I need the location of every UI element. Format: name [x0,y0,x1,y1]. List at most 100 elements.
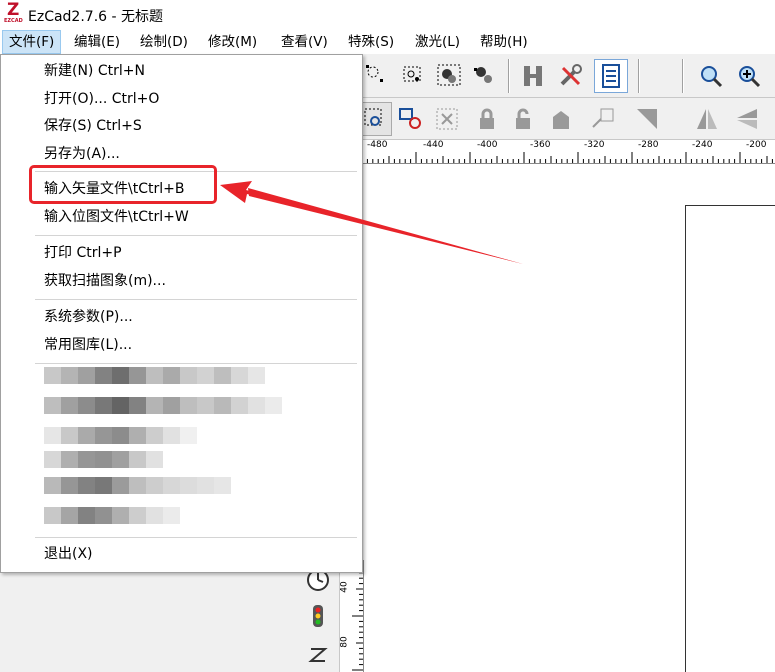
menu-separator [35,299,357,300]
menu-separator [35,235,357,236]
toolbar-separator [682,59,684,93]
redacted-pixel [129,507,146,524]
logo-subtext: EZCAD [4,18,23,24]
lock-icon[interactable] [470,102,504,136]
redacted-pixel [95,367,112,384]
menu-item-import-bitmap[interactable]: 输入位图文件\tCtrl+W [44,204,189,230]
unlock-icon[interactable] [506,102,540,136]
redacted-pixel [197,367,214,384]
redacted-pixel [129,367,146,384]
draw-toolbox [298,560,340,672]
redacted-pixel [44,367,61,384]
redacted-pixel [95,477,112,494]
redacted-pixel [163,367,180,384]
ruler-label: -400 [477,140,498,150]
ungroup-icon[interactable] [468,59,502,93]
redacted-pixel [214,367,231,384]
redacted-pixel [61,427,78,444]
redacted-pixel [180,477,197,494]
zoom-icon[interactable] [694,59,728,93]
shear-icon[interactable] [630,102,664,136]
menu-file[interactable]: 文件(F) [2,30,62,54]
redacted-pixel [129,397,146,414]
menu-draw[interactable]: 绘制(D) [134,30,194,54]
redacted-pixel [78,397,95,414]
ruler-label: -200 [746,140,767,150]
redacted-pixel [112,427,129,444]
redacted-pixel [146,397,163,414]
node-edit-icon[interactable] [396,59,430,93]
menu-edit[interactable]: 编辑(E) [68,30,126,54]
redacted-pixel [78,477,95,494]
object-list-icon[interactable] [594,59,628,93]
redacted-pixel [129,427,146,444]
menu-item-open[interactable]: 打开(O)... Ctrl+O [44,86,159,112]
grid-icon[interactable] [430,102,464,136]
transform-icon[interactable] [358,102,392,136]
redacted-pixel [180,427,197,444]
menu-view[interactable]: 查看(V) [275,30,334,54]
logo-letter: Z [7,0,20,20]
redacted-pixel [78,367,95,384]
motion-axis-icon[interactable] [304,640,332,668]
menu-item-system-params[interactable]: 系统参数(P)... [44,304,133,330]
redacted-pixel [95,397,112,414]
tools-wrench-icon[interactable] [554,59,588,93]
redacted-pixel [112,367,129,384]
redacted-pixel [163,427,180,444]
group-icon[interactable] [432,59,466,93]
zoom-in-icon[interactable] [732,59,766,93]
redacted-pixel [112,507,129,524]
ruler-label: -240 [692,140,713,150]
menu-item-exit[interactable]: 退出(X) [44,541,93,567]
redacted-pixel [163,397,180,414]
node-select-icon[interactable] [360,59,394,93]
menu-special[interactable]: 特殊(S) [342,30,400,54]
window-title: EzCad2.7.6 - 无标题 [28,9,164,25]
redacted-pixel [146,367,163,384]
ruler-label: 80 [340,636,350,648]
redacted-pixel [197,397,214,414]
toolbar-separator [638,59,640,93]
title-bar: Z EZCAD EzCad2.7.6 - 无标题 [0,0,775,30]
redacted-pixel [78,451,95,468]
menu-laser[interactable]: 激光(L) [409,30,466,54]
ruler-label: -480 [367,140,388,150]
mirror-horizontal-icon[interactable] [690,102,724,136]
io-signal-icon[interactable] [304,602,332,630]
redacted-pixel [197,477,214,494]
redacted-pixel [61,451,78,468]
redacted-pixel [95,427,112,444]
redacted-pixel [146,477,163,494]
work-area-frame [685,205,775,672]
redacted-pixel [265,397,282,414]
redacted-pixel [112,397,129,414]
menu-separator [35,537,357,538]
ruler-label: -320 [584,140,605,150]
file-menu-dropdown: 新建(N) Ctrl+N 打开(O)... Ctrl+O 保存(S) Ctrl+… [0,54,363,573]
menu-bar: 文件(F) 编辑(E) 绘制(D) 修改(M) 查看(V) 特殊(S) 激光(L… [0,30,775,54]
menu-item-library[interactable]: 常用图库(L)... [44,332,132,358]
menu-item-print[interactable]: 打印 Ctrl+P [44,240,122,266]
ruler-label: -440 [423,140,444,150]
mirror-vertical-icon[interactable] [730,102,764,136]
redacted-pixel [146,427,163,444]
menu-item-save[interactable]: 保存(S) Ctrl+S [44,113,142,139]
reverse-icon[interactable] [586,102,620,136]
redacted-pixel [61,477,78,494]
redacted-pixel [180,367,197,384]
redacted-pixel [78,507,95,524]
redacted-pixel [61,397,78,414]
hatch-h-icon[interactable] [516,59,550,93]
menu-help[interactable]: 帮助(H) [474,30,534,54]
menu-item-new[interactable]: 新建(N) Ctrl+N [44,58,145,84]
redacted-pixel [231,397,248,414]
align-icon[interactable] [394,102,428,136]
menu-modify[interactable]: 修改(M) [202,30,263,54]
redacted-pixel [95,507,112,524]
unlock-all-icon[interactable] [544,102,578,136]
menu-item-save-as[interactable]: 另存为(A)... [44,141,120,167]
redacted-pixel [146,507,163,524]
menu-item-acquire-scan[interactable]: 获取扫描图象(m)... [44,268,166,294]
redacted-pixel [129,477,146,494]
